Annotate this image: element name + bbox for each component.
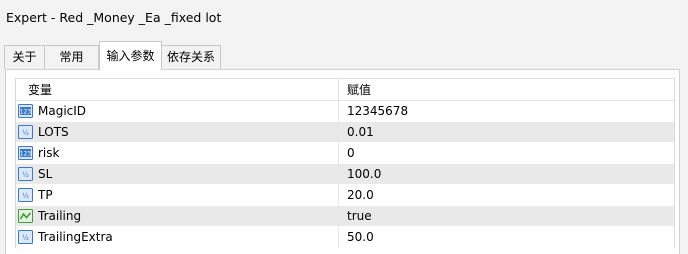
- parameter-value[interactable]: 0: [347, 145, 355, 162]
- parameter-value[interactable]: 12345678: [347, 103, 408, 120]
- column-header-value[interactable]: 赋值: [347, 82, 371, 98]
- tab-common[interactable]: 常用: [44, 45, 99, 69]
- column-separator: [338, 164, 339, 185]
- tab-bar: 关于 常用 输入参数 依存关系: [0, 37, 688, 70]
- double-icon: ½: [18, 230, 33, 244]
- window-titlebar: Expert - Red _Money _Ea _fixed lot: [0, 0, 688, 37]
- column-separator[interactable]: [338, 79, 339, 101]
- tab-about[interactable]: 关于: [4, 45, 45, 69]
- double-icon: ½: [18, 125, 33, 139]
- parameter-name: Trailing: [38, 209, 82, 223]
- parameter-value[interactable]: true: [347, 208, 372, 225]
- parameter-name: TrailingExtra: [38, 230, 113, 244]
- svg-text:½: ½: [22, 234, 29, 242]
- column-separator: [338, 227, 339, 248]
- table-row[interactable]: ½ SL 100.0: [16, 164, 674, 185]
- table-row[interactable]: ½ TP 20.0: [16, 185, 674, 206]
- double-icon: ½: [18, 167, 33, 181]
- parameter-value[interactable]: 20.0: [347, 187, 374, 204]
- parameter-name: LOTS: [38, 125, 69, 139]
- tab-inputs[interactable]: 输入参数: [99, 41, 162, 70]
- parameter-value[interactable]: 50.0: [347, 229, 374, 246]
- integer-icon: 123: [18, 104, 33, 118]
- svg-text:123: 123: [20, 151, 32, 158]
- integer-icon: 123: [18, 146, 33, 160]
- double-icon: ½: [18, 188, 33, 202]
- svg-text:123: 123: [20, 109, 32, 116]
- parameter-value[interactable]: 0.01: [347, 124, 374, 141]
- table-row[interactable]: ½ TrailingExtra 50.0: [16, 227, 674, 248]
- svg-text:½: ½: [22, 129, 29, 137]
- table-row[interactable]: Trailing true: [16, 206, 674, 227]
- table-row[interactable]: 123 risk 0: [16, 143, 674, 164]
- parameter-name: SL: [38, 167, 53, 181]
- window-title: Expert - Red _Money _Ea _fixed lot: [6, 10, 222, 25]
- column-separator: [338, 143, 339, 164]
- table-header: 变量 赋值: [16, 78, 674, 101]
- bool-icon: [18, 209, 33, 223]
- svg-text:½: ½: [22, 171, 29, 179]
- column-separator: [338, 185, 339, 206]
- parameter-name: risk: [38, 146, 60, 160]
- svg-text:½: ½: [22, 192, 29, 200]
- inputs-panel: 变量 赋值 123 MagicID 12345678 ½ LOTS 0.01 1…: [5, 69, 680, 254]
- tab-dependencies[interactable]: 依存关系: [161, 45, 221, 69]
- column-separator: [338, 101, 339, 122]
- table-row[interactable]: 123 MagicID 12345678: [16, 101, 674, 122]
- parameters-table: 变量 赋值 123 MagicID 12345678 ½ LOTS 0.01 1…: [15, 78, 675, 248]
- table-row[interactable]: ½ LOTS 0.01: [16, 122, 674, 143]
- parameter-name: MagicID: [38, 104, 87, 118]
- parameter-value[interactable]: 100.0: [347, 166, 381, 183]
- parameter-name: TP: [38, 188, 53, 202]
- column-separator: [338, 122, 339, 143]
- column-header-variable[interactable]: 变量: [28, 82, 52, 98]
- column-separator: [338, 206, 339, 227]
